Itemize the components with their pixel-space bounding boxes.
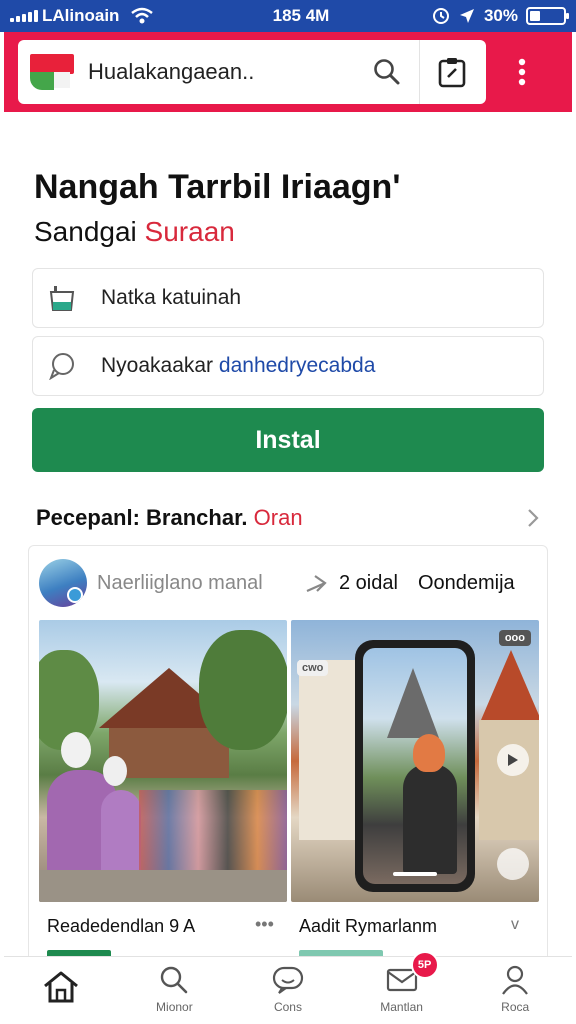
location-icon	[458, 7, 476, 25]
more-vertical-icon	[518, 58, 526, 86]
alarm-icon	[432, 7, 450, 25]
battery-percent: 30%	[483, 6, 518, 25]
tower-shape	[299, 660, 355, 840]
phone-home-bar	[393, 872, 437, 876]
avatar[interactable]	[39, 559, 87, 607]
url-box[interactable]: Hualakangaean..	[18, 40, 486, 104]
tree-shape	[199, 630, 287, 750]
info-field-1[interactable]: Natka katuinah	[32, 268, 544, 328]
url-text[interactable]: Hualakangaean..	[88, 59, 365, 85]
section-header[interactable]: Pecepanl: Branchar. Oran	[36, 500, 540, 536]
info-field-2-text: Nyoakaakar danhedryecabda	[101, 354, 375, 378]
info-field-2-prefix: Nyoakaakar	[101, 354, 214, 377]
secondary-action-button[interactable]	[497, 848, 529, 880]
subtitle-prefix: Sandgai	[34, 216, 137, 247]
search-icon	[154, 964, 194, 996]
bottom-nav: Mionor Cons 5P Mantlan Roca	[4, 951, 572, 1020]
arrow-right-icon	[306, 575, 327, 593]
person-head	[61, 732, 91, 768]
info-field-1-text: Natka katuinah	[101, 286, 242, 309]
card-header: Naerliiglano manal 2 oidal Oondemija	[39, 558, 539, 608]
info-field-2-link[interactable]: danhedryecabda	[219, 354, 375, 377]
phone-mockup	[355, 640, 475, 892]
install-button[interactable]: Instal	[32, 408, 544, 472]
nav-mail-label: Mantlan	[380, 999, 423, 1014]
crowd-shape	[139, 790, 287, 870]
post-card[interactable]: Naerliiglano manal 2 oidal Oondemija cwo	[28, 545, 548, 965]
photo-badge-left: cwo	[297, 660, 329, 676]
hijab-shape	[413, 734, 445, 772]
card-stat-1: 2 oidal	[339, 571, 398, 594]
nav-chat[interactable]: Cons	[231, 957, 345, 1020]
ground-shape	[39, 870, 287, 902]
section-title-prefix: Pecepanl: Branchar.	[36, 505, 248, 530]
nav-mail-badge: 5P	[410, 951, 439, 979]
nav-search-label: Mionor	[156, 999, 193, 1014]
chat-face-icon	[268, 964, 308, 996]
search-icon	[374, 59, 400, 85]
building-right	[479, 720, 539, 840]
photo-badge-right: ooo	[498, 630, 531, 646]
section-title-accent: Oran	[253, 505, 303, 530]
subtitle-accent: Suraan	[144, 216, 235, 247]
photo-left[interactable]	[39, 620, 287, 902]
play-button[interactable]	[497, 744, 529, 776]
woman-shape	[403, 764, 457, 874]
page-subtitle: Sandgai Suraan	[34, 216, 235, 248]
app-bar: Hualakangaean..	[4, 32, 572, 112]
clipboard-edit-button[interactable]	[430, 50, 474, 94]
nav-search[interactable]: Mionor	[118, 957, 232, 1020]
status-bar: LAlinoain 185 4M 30%	[0, 0, 576, 32]
photo-right[interactable]: cwo ooo	[291, 620, 539, 902]
play-icon	[508, 754, 518, 766]
nav-home[interactable]	[4, 957, 118, 1020]
nav-chat-label: Cons	[273, 999, 302, 1014]
carrier-name: LAlinoain	[42, 6, 120, 25]
caption-left[interactable]: Readedendlan 9 A	[47, 916, 247, 937]
section-title: Pecepanl: Branchar. Oran	[36, 505, 526, 531]
caption-right-more[interactable]: v	[511, 916, 519, 934]
nav-profile-label: Roca	[501, 999, 530, 1014]
nav-mail[interactable]: 5P Mantlan	[345, 951, 459, 1020]
status-left: LAlinoain	[10, 6, 210, 26]
info-field-2[interactable]: Nyoakaakar danhedryecabda	[32, 336, 544, 396]
person-head-2	[103, 756, 127, 786]
page-title: Nangah Tarrbil Iriaagn'	[34, 168, 401, 206]
more-menu-button[interactable]	[502, 42, 542, 102]
clipboard-edit-icon	[438, 58, 466, 88]
card-author[interactable]: Naerliiglano manal	[97, 572, 297, 595]
url-divider	[419, 40, 420, 104]
signal-icon	[10, 10, 38, 22]
profile-icon	[495, 964, 535, 996]
home-icon	[41, 971, 81, 1003]
flag-logo-icon	[30, 52, 76, 92]
search-button[interactable]	[365, 50, 409, 94]
caption-right[interactable]: Aadit Rymarlanm	[299, 916, 499, 937]
temple-shape	[387, 668, 439, 738]
nav-profile[interactable]: Roca	[458, 957, 572, 1020]
status-right: 30%	[432, 6, 569, 26]
cup-icon	[47, 283, 77, 313]
chevron-right-icon[interactable]	[526, 507, 540, 529]
card-stat-2[interactable]: Oondemija	[418, 572, 515, 595]
battery-icon	[526, 7, 569, 25]
status-time: 185 4M	[272, 6, 330, 25]
caption-left-more[interactable]: •••	[255, 914, 274, 935]
chat-bubble-icon	[47, 351, 77, 381]
wifi-icon	[131, 7, 154, 25]
roof-shape-right	[481, 650, 539, 720]
phone-screen	[363, 648, 467, 884]
